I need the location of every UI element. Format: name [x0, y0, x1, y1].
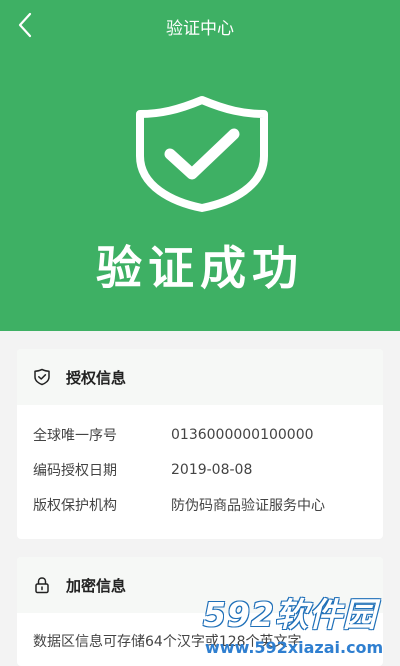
top-bar: 验证中心 [0, 0, 400, 52]
authorization-card: 授权信息 全球唯一序号 0136000000100000 编码授权日期 2019… [17, 349, 383, 539]
info-label: 全球唯一序号 [33, 427, 117, 444]
authorization-rows: 全球唯一序号 0136000000100000 编码授权日期 2019-08-0… [17, 417, 383, 522]
info-row-date: 编码授权日期 2019-08-08 [17, 452, 383, 487]
info-row-serial: 全球唯一序号 0136000000100000 [17, 417, 383, 452]
info-label: 编码授权日期 [33, 462, 117, 479]
authorization-card-title: 授权信息 [66, 368, 127, 387]
info-value: 0136000000100000 [171, 426, 314, 443]
info-label: 版权保护机构 [33, 497, 117, 514]
info-row-agency: 版权保护机构 防伪码商品验证服务中心 [17, 487, 383, 522]
verification-hero: 验证中心 验证成功 [0, 0, 400, 331]
info-value: 2019-08-08 [171, 461, 253, 478]
verification-status: 验证成功 [96, 241, 304, 295]
encryption-card-title: 加密信息 [66, 576, 127, 595]
watermark-url: www.592xiazai.com [205, 638, 384, 657]
page-title: 验证中心 [166, 19, 234, 39]
lock-icon [35, 577, 49, 594]
watermark-brand: 592软件园 [203, 595, 377, 634]
shield-check-icon [136, 96, 268, 212]
info-value: 防伪码商品验证服务中心 [171, 497, 325, 514]
shield-check-icon [34, 368, 50, 386]
watermark: 592软件园 www.592xiazai.com [195, 588, 400, 666]
authorization-card-header: 授权信息 [17, 349, 383, 405]
